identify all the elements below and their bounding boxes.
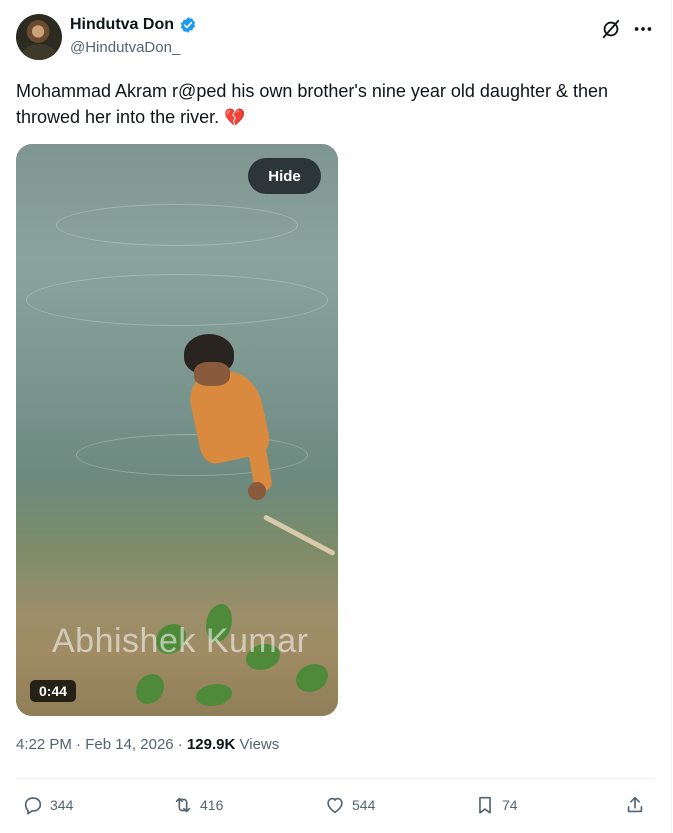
video-watermark: Abhishek Kumar [52, 622, 309, 660]
reply-button[interactable]: 344 [22, 792, 73, 818]
tweet-card: Hindutva Don @HindutvaDon_ Mohammad Akra… [0, 0, 672, 833]
repost-icon [175, 797, 191, 813]
tweet-body: Mohammad Akram r@ped his own brother's n… [16, 81, 609, 127]
water-ripple [26, 274, 328, 326]
person-face [194, 362, 230, 386]
video-player[interactable]: Abhishek Kumar [16, 144, 338, 716]
water-ripple [56, 204, 298, 246]
hide-media-button[interactable]: Hide [248, 158, 321, 194]
meta-separator: · [76, 736, 82, 753]
share-button[interactable] [624, 792, 646, 818]
reply-icon [24, 797, 42, 815]
tweet-date[interactable]: Feb 14, 2026 [85, 736, 173, 753]
author-handle[interactable]: @HindutvaDon_ [70, 39, 180, 56]
verified-badge-icon [180, 17, 196, 33]
tweet-time[interactable]: 4:22 PM [16, 736, 72, 753]
heart-icon [327, 797, 343, 814]
person-hand [248, 482, 266, 500]
bookmark-count: 74 [502, 797, 518, 813]
divider [16, 778, 655, 779]
author-name-row: Hindutva Don [70, 16, 197, 34]
video-duration-badge: 0:44 [30, 680, 77, 702]
profile-avatar[interactable] [16, 14, 62, 60]
stick [262, 514, 336, 557]
author-display-name[interactable]: Hindutva Don [70, 16, 174, 34]
repost-button[interactable]: 416 [172, 792, 223, 818]
meta-separator: · [177, 736, 183, 753]
broken-heart-emoji: 💔 [224, 108, 246, 128]
views-label: Views [239, 736, 280, 753]
tweet-meta: 4:22 PM · Feb 14, 2026 · 129.9K Views [16, 736, 279, 753]
views-count[interactable]: 129.9K [187, 736, 235, 753]
grok-icon[interactable] [600, 18, 622, 40]
avatar-figure [22, 44, 56, 60]
bookmark-icon [479, 796, 491, 814]
like-button[interactable]: 544 [324, 792, 375, 818]
tweet-text: Mohammad Akram r@ped his own brother's n… [16, 78, 646, 131]
bookmark-button[interactable]: 74 [474, 792, 518, 818]
more-horizontal-icon[interactable] [632, 18, 654, 40]
like-count: 544 [352, 797, 376, 813]
share-icon [627, 796, 643, 813]
reply-count: 344 [50, 797, 74, 813]
repost-count: 416 [200, 797, 224, 813]
water-ripple [76, 434, 308, 476]
